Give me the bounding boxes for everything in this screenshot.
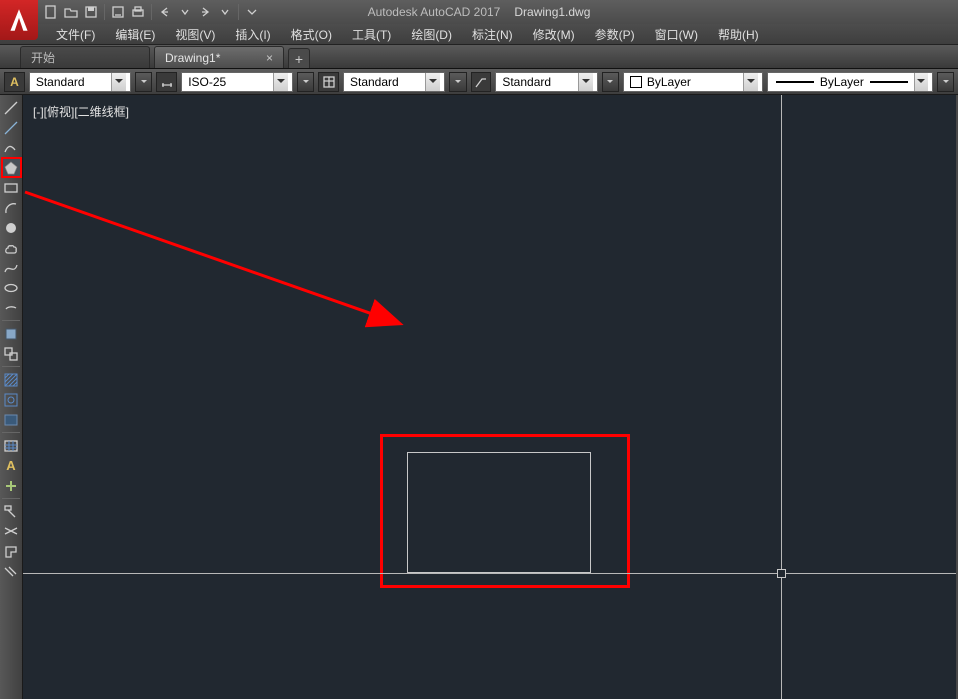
crosshair-horizontal (23, 573, 956, 574)
tool-insertblock-icon[interactable] (2, 324, 21, 343)
tab-drawing1[interactable]: Drawing1* × (154, 46, 284, 68)
tablestyle-value: Standard (350, 75, 399, 89)
textstyle-more[interactable] (135, 72, 152, 92)
document-name: Drawing1.dwg (514, 5, 590, 19)
tool-spline-icon[interactable] (2, 258, 21, 277)
menu-format[interactable]: 格式(O) (281, 25, 342, 44)
tool-wipeout-icon[interactable] (2, 542, 21, 561)
layercolor-value: ByLayer (647, 75, 691, 89)
dimstyle-value: ISO-25 (188, 75, 226, 89)
tool-table-icon[interactable] (2, 436, 21, 455)
qat-more-icon[interactable] (243, 3, 261, 21)
menu-bar: 文件(F) 编辑(E) 视图(V) 插入(I) 格式(O) 工具(T) 绘图(D… (0, 24, 958, 44)
drawing-canvas[interactable]: [-][俯视][二维线框] (23, 95, 956, 699)
qat-saveas-icon[interactable] (109, 3, 127, 21)
menu-help[interactable]: 帮助(H) (708, 25, 769, 44)
menu-file[interactable]: 文件(F) (46, 25, 105, 44)
dimstyle-icon[interactable] (156, 72, 177, 92)
mleaderstyle-icon[interactable] (471, 72, 492, 92)
linetype-more[interactable] (937, 72, 954, 92)
tool-revcloud-icon[interactable] (2, 238, 21, 257)
menu-tools[interactable]: 工具(T) (342, 25, 401, 44)
document-tab-bar: 开始 Drawing1* × + (0, 44, 958, 69)
draw-toolbar: A (0, 95, 23, 699)
tool-xline-icon[interactable] (2, 118, 21, 137)
tool-line-icon[interactable] (2, 98, 21, 117)
tool-polyline-icon[interactable] (2, 138, 21, 157)
toolbar-separator (2, 432, 20, 433)
tablestyle-icon[interactable] (318, 72, 339, 92)
tool-ellipse-icon[interactable] (2, 278, 21, 297)
style-toolbar: A Standard ISO-25 Standard Standard ByLa… (0, 69, 958, 95)
tab-drawing1-label: Drawing1* (165, 51, 220, 65)
menu-modify[interactable]: 修改(M) (523, 25, 585, 44)
tool-attach-icon[interactable] (2, 562, 21, 581)
tool-circle-icon[interactable] (2, 218, 21, 237)
qat-separator (238, 4, 239, 20)
tool-addselected-icon[interactable] (2, 476, 21, 495)
tab-close-icon[interactable]: × (266, 51, 273, 65)
mleaderstyle-value: Standard (502, 75, 551, 89)
layercolor-dropdown[interactable]: ByLayer (623, 72, 763, 92)
tool-dimlinear-icon[interactable] (2, 522, 21, 541)
qat-separator (104, 4, 105, 20)
linetype-preview-icon (870, 81, 908, 83)
tablestyle-dropdown[interactable]: Standard (343, 72, 445, 92)
quick-access-toolbar (42, 3, 261, 21)
menu-window[interactable]: 窗口(W) (645, 25, 708, 44)
toolbar-separator (2, 320, 20, 321)
tab-start[interactable]: 开始 (20, 46, 150, 68)
window-title: Autodesk AutoCAD 2017 Drawing1.dwg (368, 5, 591, 19)
tool-ellipsearc-icon[interactable] (2, 298, 21, 317)
dimstyle-dropdown[interactable]: ISO-25 (181, 72, 293, 92)
dimstyle-more[interactable] (297, 72, 314, 92)
tool-gradient-icon[interactable] (2, 390, 21, 409)
linetype-preview-icon (776, 81, 814, 83)
mleaderstyle-dropdown[interactable]: Standard (495, 72, 597, 92)
menu-dimension[interactable]: 标注(N) (462, 25, 523, 44)
textstyle-value: Standard (36, 75, 85, 89)
qat-redo-drop-icon[interactable] (216, 3, 234, 21)
annotation-highlight-box (380, 434, 630, 588)
qat-save-icon[interactable] (82, 3, 100, 21)
mleaderstyle-more[interactable] (602, 72, 619, 92)
tool-polygon-icon[interactable] (2, 158, 21, 177)
tool-region-icon[interactable] (2, 410, 21, 429)
qat-separator (151, 4, 152, 20)
crosshair-vertical (781, 95, 782, 699)
qat-open-icon[interactable] (62, 3, 80, 21)
tab-start-label: 开始 (31, 49, 55, 66)
toolbar-separator (2, 366, 20, 367)
color-swatch-icon (630, 76, 642, 88)
tablestyle-more[interactable] (449, 72, 466, 92)
menu-view[interactable]: 视图(V) (165, 25, 225, 44)
linetype-value: ByLayer (820, 75, 864, 89)
menu-edit[interactable]: 编辑(E) (105, 25, 165, 44)
tab-add[interactable]: + (288, 48, 310, 68)
viewport-label[interactable]: [-][俯视][二维线框] (33, 103, 129, 120)
tool-makeblock-icon[interactable] (2, 344, 21, 363)
tool-arc-icon[interactable] (2, 198, 21, 217)
tool-mtext-icon[interactable]: A (2, 456, 21, 475)
textstyle-dropdown[interactable]: Standard (29, 72, 131, 92)
tab-add-label: + (295, 51, 303, 67)
menu-insert[interactable]: 插入(I) (225, 25, 280, 44)
linetype-dropdown[interactable]: ByLayer (767, 72, 933, 92)
tool-rectangle-icon[interactable] (2, 178, 21, 197)
qat-new-icon[interactable] (42, 3, 60, 21)
qat-undo-drop-icon[interactable] (176, 3, 194, 21)
app-name: Autodesk AutoCAD 2017 (368, 5, 501, 19)
tool-hatch-icon[interactable] (2, 370, 21, 389)
qat-undo-icon[interactable] (156, 3, 174, 21)
app-logo[interactable] (0, 0, 38, 40)
textstyle-icon[interactable]: A (4, 72, 25, 92)
qat-plot-icon[interactable] (129, 3, 147, 21)
title-bar: Autodesk AutoCAD 2017 Drawing1.dwg (0, 0, 958, 24)
qat-redo-icon[interactable] (196, 3, 214, 21)
toolbar-separator (2, 498, 20, 499)
menu-parametric[interactable]: 参数(P) (585, 25, 645, 44)
menu-draw[interactable]: 绘图(D) (401, 25, 462, 44)
tool-mleader-icon[interactable] (2, 502, 21, 521)
crosshair-pickbox (777, 569, 786, 578)
